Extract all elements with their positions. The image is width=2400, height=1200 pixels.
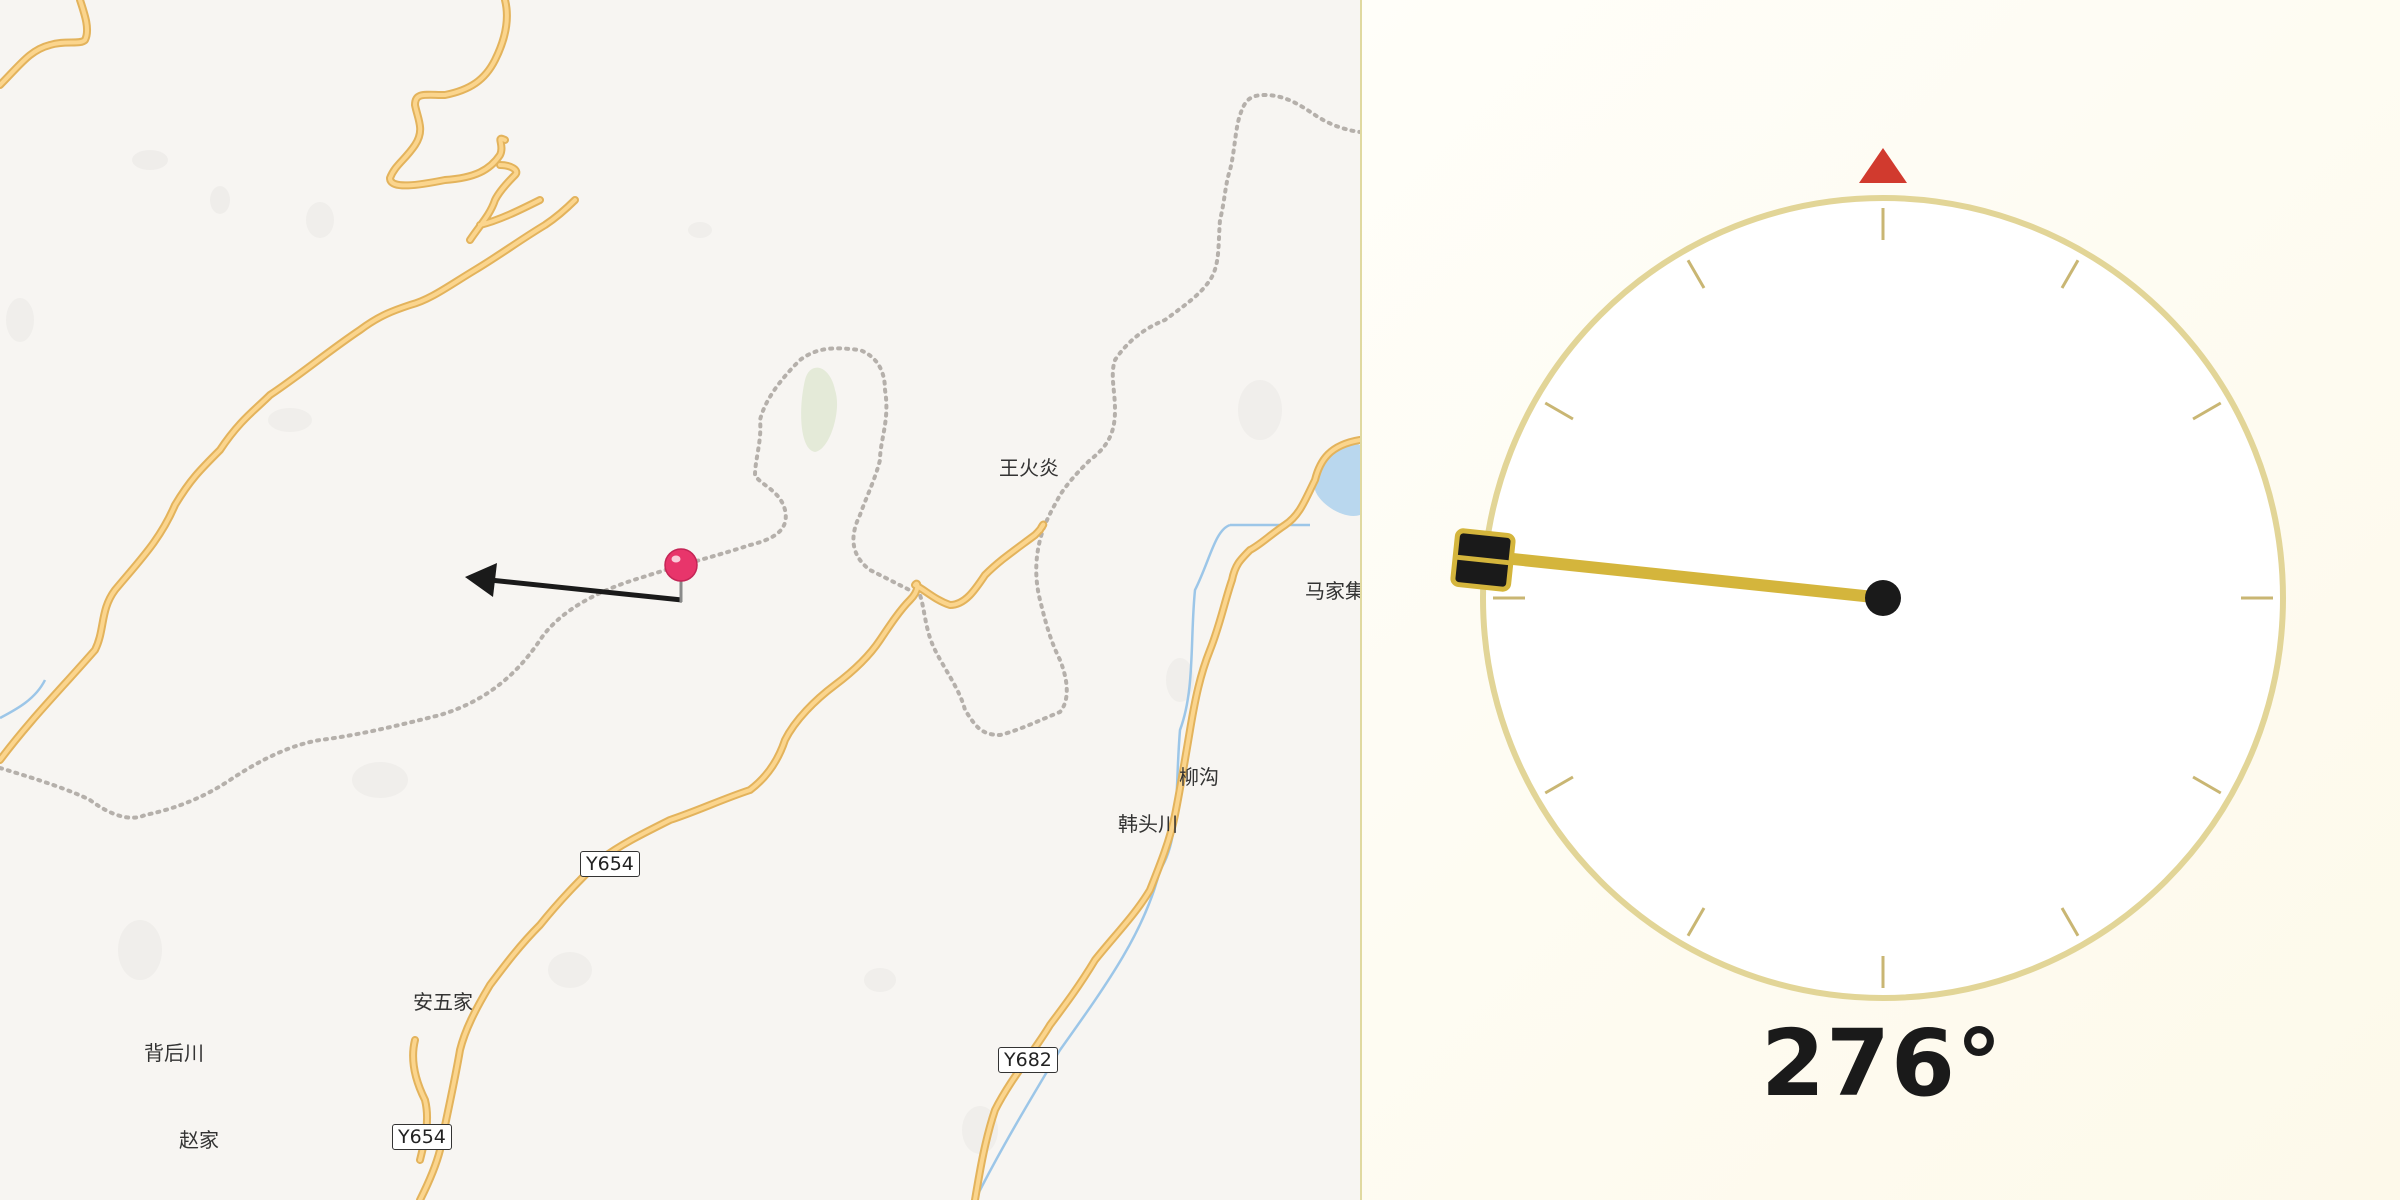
compass-panel: 276° bbox=[1360, 0, 2400, 1200]
road-shield-y654: Y654 bbox=[580, 851, 640, 877]
park-area bbox=[801, 367, 838, 452]
north-indicator-icon bbox=[1859, 148, 1907, 183]
heading-arrow bbox=[465, 563, 683, 603]
admin-boundary bbox=[0, 92, 1360, 820]
road-shield-y682: Y682 bbox=[998, 1047, 1058, 1073]
lake bbox=[1315, 443, 1360, 516]
place-label-wanghuoyan: 王火炎 bbox=[999, 456, 1059, 480]
place-label-zhaojia: 赵家 bbox=[179, 1128, 219, 1152]
road-shield-y654: Y654 bbox=[392, 1124, 452, 1150]
place-label-majiaji: 马家集 bbox=[1305, 579, 1360, 603]
compass-hub bbox=[1865, 580, 1901, 616]
river bbox=[973, 523, 1231, 1200]
place-label-hantouchuan: 韩头川 bbox=[1118, 812, 1178, 836]
place-label-beihouchuan: 背后川 bbox=[144, 1041, 204, 1065]
map-view[interactable]: 王火炎 马家集 柳沟 韩头川 安五家 背后川 赵家 Y654 Y682 Y654 bbox=[0, 0, 1360, 1200]
location-pin-icon[interactable] bbox=[664, 548, 698, 604]
place-label-liugou: 柳沟 bbox=[1179, 765, 1219, 789]
heading-readout: 276° bbox=[1760, 1010, 2004, 1117]
needle-handle-icon bbox=[1450, 528, 1516, 592]
place-label-anwujia: 安五家 bbox=[413, 990, 473, 1014]
